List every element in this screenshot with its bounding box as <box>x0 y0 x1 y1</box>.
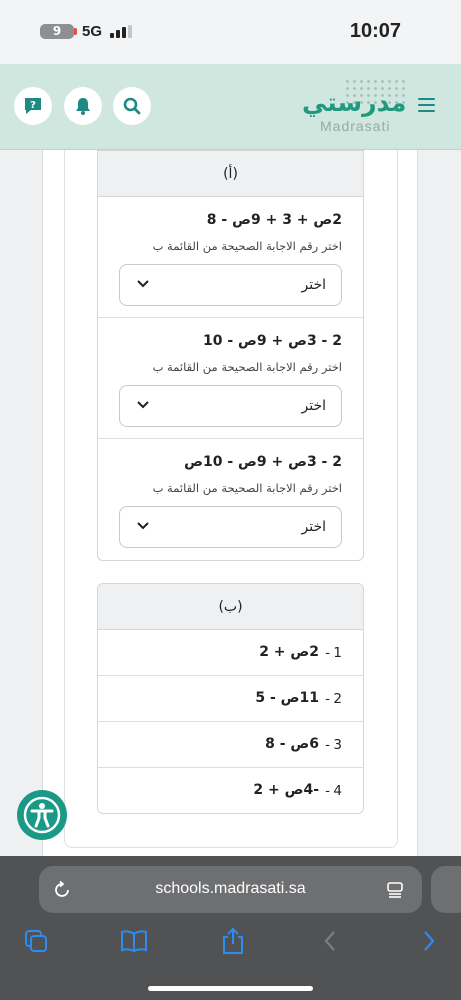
list-b-title: (ب) <box>98 584 363 630</box>
menu-icon[interactable] <box>418 98 435 112</box>
item-number: 4 <box>333 783 342 799</box>
logo-arabic-text: مدرستي <box>302 88 407 117</box>
answer-select[interactable]: اختر <box>119 506 342 548</box>
status-bar: 9 5G 10:07 <box>0 0 461 64</box>
next-tab-preview[interactable] <box>431 866 461 913</box>
item-expression: 2ص + 2 <box>259 644 319 660</box>
item-expression: 6ص - 8 <box>265 736 319 752</box>
list-item: 3 - 6ص - 8 <box>98 722 363 768</box>
item-number: 2 <box>333 691 342 707</box>
item-number: 3 <box>333 737 342 753</box>
list-item: 4 - -4ص + 2 <box>253 782 342 799</box>
network-label: 5G <box>82 23 103 40</box>
reader-mode-icon[interactable] <box>386 881 404 899</box>
question-item: 2 - 3ص + 9ص - 10 اختر رقم الاجابة الصحيح… <box>98 318 363 439</box>
chevron-down-icon <box>137 280 149 288</box>
item-number: 1 <box>333 645 342 661</box>
svg-text:?: ? <box>30 100 36 111</box>
question-expression: 2 - 3ص + 9ص - 10 <box>202 333 342 349</box>
question-item: 2 - 3ص + 9ص - 10ص اختر رقم الاجابة الصحي… <box>98 439 363 560</box>
help-chat-icon: ? <box>25 98 41 114</box>
question-hint: اختر رقم الاجابة الصحيحة من القائمة ب <box>152 239 342 253</box>
answer-select[interactable]: اختر <box>119 385 342 427</box>
logo-english-text: Madrasati <box>320 118 391 134</box>
clock: 10:07 <box>349 20 401 42</box>
select-value: اختر <box>301 277 327 293</box>
select-value: اختر <box>301 519 327 535</box>
back-button[interactable] <box>315 926 345 956</box>
tabs-button[interactable] <box>21 926 51 956</box>
site-header: ? مدرستي Madrasati <box>0 64 461 150</box>
accessibility-button[interactable] <box>17 790 67 840</box>
question-expression: 2ص + 3 + 9ص - 8 <box>206 212 342 228</box>
bell-icon <box>76 98 90 115</box>
question-item: 2ص + 3 + 9ص - 8 اختر رقم الاجابة الصحيحة… <box>98 197 363 318</box>
chevron-right-icon <box>424 931 435 951</box>
tabs-icon <box>25 930 47 952</box>
forward-button[interactable] <box>414 926 444 956</box>
battery-indicator: 9 <box>40 24 77 39</box>
question-hint: اختر رقم الاجابة الصحيحة من القائمة ب <box>152 360 342 374</box>
chevron-down-icon <box>137 522 149 530</box>
matching-list-b: (ب) 1 - 2ص + 2 2 - 11ص - 5 3 - 6ص - 8 4 … <box>97 583 364 814</box>
answer-select[interactable]: اختر <box>119 264 342 306</box>
home-indicator <box>148 986 313 991</box>
list-item: 2 - 11ص - 5 <box>98 676 363 722</box>
browser-toolbar: schools.madrasati.sa <box>0 856 461 1000</box>
question-hint: اختر رقم الاجابة الصحيحة من القائمة ب <box>152 481 342 495</box>
select-value: اختر <box>301 398 327 414</box>
address-bar[interactable]: schools.madrasati.sa <box>39 866 422 913</box>
url-text: schools.madrasati.sa <box>155 880 306 897</box>
item-expression: -4ص + 2 <box>253 782 319 798</box>
signal-icon <box>110 25 136 38</box>
chevron-down-icon <box>137 401 149 409</box>
help-chat-button[interactable]: ? <box>14 87 52 125</box>
share-icon <box>223 927 243 954</box>
share-button[interactable] <box>218 926 248 956</box>
item-expression: 11ص - 5 <box>255 690 319 706</box>
notifications-button[interactable] <box>64 87 102 125</box>
search-button[interactable] <box>113 87 151 125</box>
list-a-title: (أ) <box>98 151 363 197</box>
book-icon <box>121 930 147 953</box>
bookmarks-button[interactable] <box>119 926 149 956</box>
question-expression: 2 - 3ص + 9ص - 10ص <box>184 454 342 470</box>
madrasati-logo[interactable]: مدرستي Madrasati <box>298 78 408 138</box>
list-item: 1 - 2ص + 2 <box>98 630 363 676</box>
chevron-left-icon <box>324 931 335 951</box>
accessibility-icon <box>23 796 61 834</box>
matching-list-a: (أ) 2ص + 3 + 9ص - 8 اختر رقم الاجابة الص… <box>97 150 364 561</box>
search-icon <box>123 97 141 115</box>
